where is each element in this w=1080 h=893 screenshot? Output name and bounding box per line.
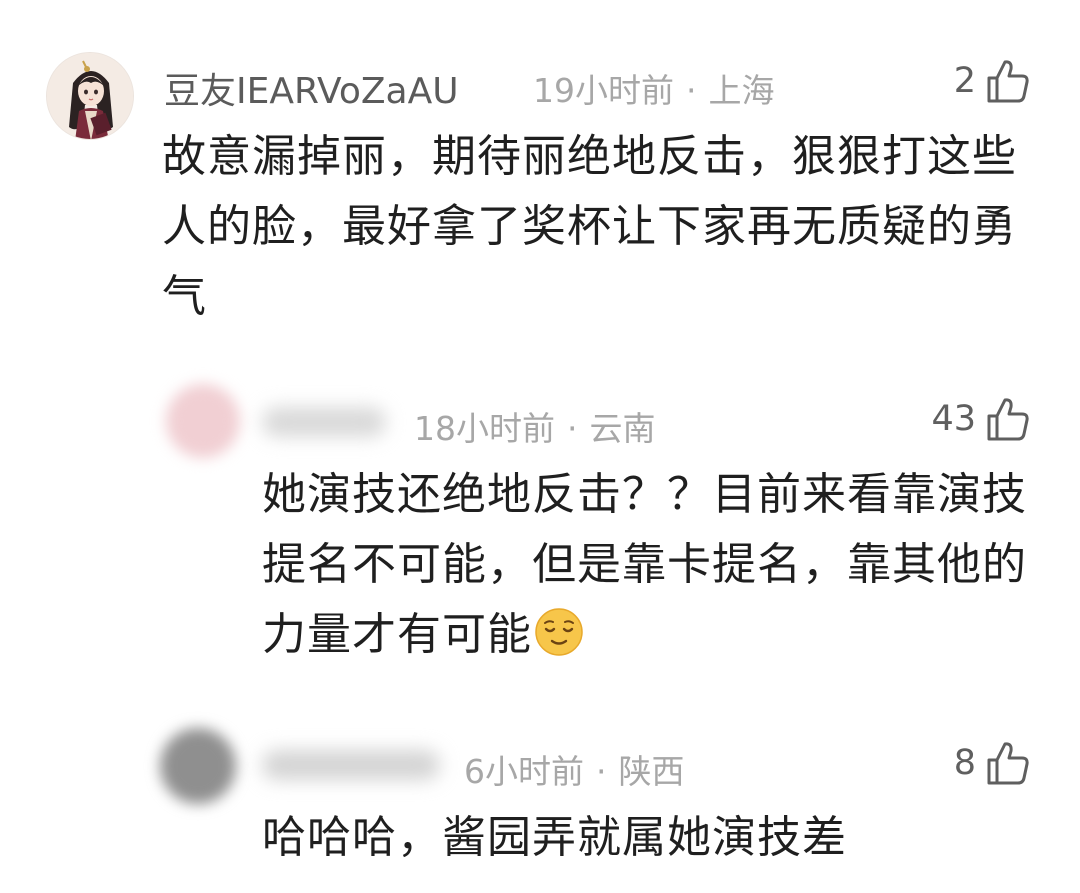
thumbs-up-icon [987, 742, 1029, 785]
comment-meta: 6小时前 · 陕西 [464, 745, 685, 793]
comment-location: 陕西 [618, 752, 685, 791]
relieved-face-emoji-icon [535, 608, 583, 656]
thumbs-up-icon [987, 398, 1029, 441]
comment-text: 故意漏掉丽，期待丽绝地反击，狠狠打这些人的脸，最好拿了奖杯让下家再无质疑的勇气 [162, 131, 1017, 322]
like-count: 8 [953, 743, 976, 783]
comment-location: 上海 [708, 71, 775, 110]
like-button[interactable]: 8 [954, 740, 1030, 786]
user-avatar[interactable] [166, 384, 240, 458]
like-count: 43 [931, 399, 976, 439]
username-blurred[interactable] [262, 750, 440, 780]
comment-location: 云南 [589, 409, 656, 448]
comment-time: 6小时前 [464, 752, 584, 791]
comment-text: 哈哈哈，酱园弄就属她演技差 [262, 812, 847, 863]
like-button[interactable]: 2 [954, 58, 1030, 104]
separator-dot: · [686, 71, 697, 110]
like-count: 2 [953, 61, 976, 101]
comment-text: 她演技还绝地反击？？目前来看靠演技提名不可能，但是靠卡提名，靠其他的力量才有可能 [262, 469, 1027, 660]
anime-character-avatar-icon [47, 53, 133, 139]
separator-dot: · [596, 752, 607, 791]
comment-time: 18小时前 [414, 409, 555, 448]
username-blurred[interactable] [262, 407, 386, 437]
user-avatar[interactable] [160, 728, 236, 804]
comment-text-wrapper: 她演技还绝地反击？？目前来看靠演技提名不可能，但是靠卡提名，靠其他的力量才有可能 [262, 460, 1042, 670]
user-avatar[interactable] [46, 52, 134, 140]
thumbs-up-icon [987, 60, 1029, 103]
username[interactable]: 豆友IEARVoZaAU [164, 62, 459, 114]
comment-meta: 19小时前 · 上海 [533, 64, 775, 112]
comment-meta: 18小时前 · 云南 [414, 402, 656, 450]
comment-time: 19小时前 [533, 71, 674, 110]
separator-dot: · [567, 409, 578, 448]
like-button[interactable]: 43 [931, 396, 1030, 442]
